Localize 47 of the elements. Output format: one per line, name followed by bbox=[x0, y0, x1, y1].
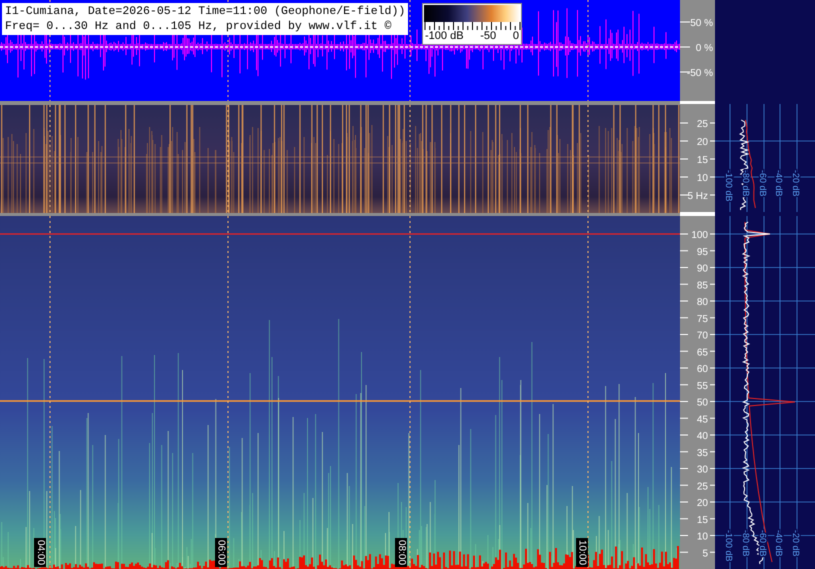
scale-label: 0 bbox=[512, 30, 519, 42]
axis-label: 35 bbox=[696, 448, 708, 459]
axis-label: 60 bbox=[696, 364, 708, 375]
axis-label: 90 bbox=[696, 264, 708, 274]
axis-label: 50 bbox=[696, 398, 708, 408]
axis-label: 65 bbox=[696, 347, 708, 358]
axis-label: 0 % bbox=[696, 43, 713, 54]
axis-label: 25 bbox=[696, 119, 708, 130]
axis-label: 5 bbox=[702, 548, 708, 560]
db-label: -80 dB bbox=[741, 170, 751, 197]
db-label: -20 dB bbox=[791, 530, 801, 557]
axis-label: 30 bbox=[696, 464, 708, 476]
db-label: -60 dB bbox=[758, 530, 768, 557]
db-label: -40 dB bbox=[774, 170, 784, 197]
db-label: -100 dB bbox=[724, 530, 734, 562]
axis-label: 15 bbox=[696, 514, 708, 526]
header-line: Freq= 0...30 Hz and 0...105 Hz, provided by www.vlf.it © bbox=[5, 19, 392, 34]
scale-label: -50 bbox=[480, 30, 496, 42]
axis-label: 10 bbox=[696, 532, 708, 542]
header-line: I1-Cumiana, Date=2026-05-12 Time=11:00 (Geophone/E-field)) bbox=[5, 4, 406, 19]
axis-label: 20 bbox=[696, 498, 708, 509]
axis-label: 20 bbox=[696, 137, 708, 148]
axis-label: 80 bbox=[696, 297, 708, 308]
axis-label: 100 bbox=[691, 230, 708, 241]
time-label: 08:00 bbox=[395, 538, 407, 568]
time-label: 10:00 bbox=[576, 538, 588, 568]
axis-label: 40 bbox=[696, 431, 708, 442]
db-label: -60 dB bbox=[758, 170, 768, 197]
axis-label: 75 bbox=[696, 314, 708, 325]
axis-label: -50 % bbox=[686, 68, 713, 79]
axis-label: 95 bbox=[696, 246, 708, 258]
time-label: 06:00 bbox=[214, 538, 226, 568]
axis-label: 5 Hz bbox=[687, 191, 708, 202]
time-label: 04:00 bbox=[34, 538, 46, 568]
axis-label: 70 bbox=[696, 330, 708, 342]
axis-label: 45 bbox=[696, 414, 708, 426]
axis-label: 55 bbox=[696, 380, 708, 392]
axis-label: 25 bbox=[696, 481, 708, 492]
db-label: -100 dB bbox=[724, 170, 734, 202]
scale-label: -100 dB bbox=[425, 30, 464, 42]
db-label: -20 dB bbox=[791, 170, 801, 197]
db-label: -40 dB bbox=[774, 530, 784, 557]
axis-label: 85 bbox=[696, 280, 708, 292]
axis-label: 15 bbox=[696, 155, 708, 166]
axis-label: 10 bbox=[696, 173, 708, 184]
axis-label: 50 % bbox=[690, 18, 713, 29]
db-label: -80 dB bbox=[741, 530, 751, 557]
